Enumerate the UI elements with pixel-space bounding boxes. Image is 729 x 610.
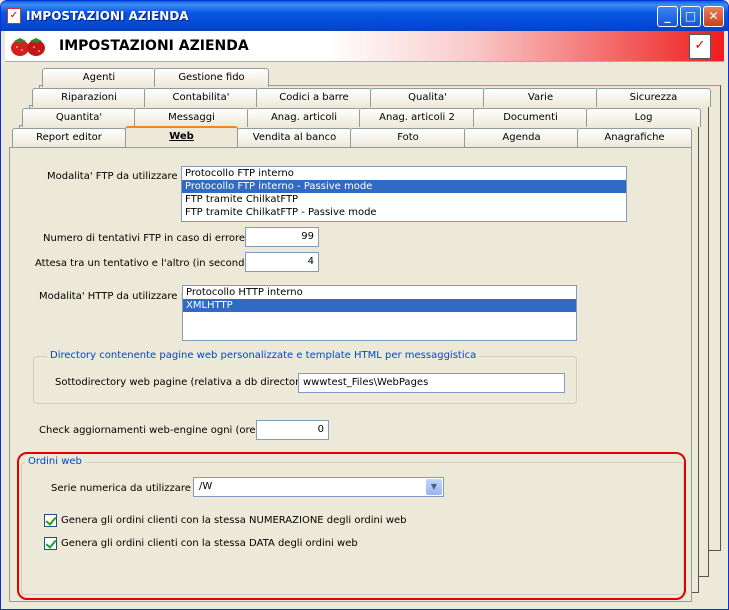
wait-seconds-label: Attesa tra un tentativo e l'altro (in se… <box>35 258 258 269</box>
chevron-down-icon[interactable]: ▼ <box>426 479 442 495</box>
minimize-button[interactable]: _ <box>657 6 678 27</box>
web-directory-group: Directory contenente pagine web personal… <box>33 350 577 404</box>
tab-foto[interactable]: Foto <box>350 128 466 147</box>
series-value: /W <box>199 481 213 492</box>
title-bar[interactable]: ✓ IMPOSTAZIONI AZIENDA _ □ ✕ <box>1 1 728 31</box>
date-checkbox-label[interactable]: Genera gli ordini clienti con la stessa … <box>61 538 358 549</box>
series-label: Serie numerica da utilizzare : <box>51 483 198 494</box>
check-updates-input[interactable]: 0 <box>256 420 329 440</box>
numbering-checkbox-label[interactable]: Genera gli ordini clienti con la stessa … <box>61 515 407 526</box>
ftp-retries-input[interactable]: 99 <box>245 227 319 247</box>
web-tab-panel: Modalita' FTP da utilizzare : Protocollo… <box>9 147 692 602</box>
series-combobox[interactable]: /W ▼ <box>193 477 444 497</box>
tab-sicurezza[interactable]: Sicurezza <box>596 88 711 107</box>
tab-messaggi[interactable]: Messaggi <box>134 108 249 127</box>
ftp-option[interactable]: FTP tramite ChilkatFTP <box>182 193 626 206</box>
settings-window: ✓ IMPOSTAZIONI AZIENDA _ □ ✕ IMPOSTAZION… <box>0 0 729 610</box>
tab-quantita[interactable]: Quantita' <box>22 108 136 127</box>
http-mode-label: Modalita' HTTP da utilizzare : <box>39 291 184 302</box>
tab-anag-articoli[interactable]: Anag. articoli <box>247 108 361 127</box>
web-orders-group-label: Ordini web <box>25 456 85 467</box>
numbering-checkbox[interactable] <box>44 514 57 527</box>
tab-anagrafiche[interactable]: Anagrafiche <box>577 128 692 147</box>
http-option-selected[interactable]: XMLHTTP <box>183 299 576 312</box>
check-updates-label: Check aggiornamenti web-engine ogni (ore… <box>39 425 267 436</box>
web-directory-group-label: Directory contenente pagine web personal… <box>47 350 480 361</box>
app-checklist-icon: ✓ <box>7 8 21 24</box>
tab-varie[interactable]: Varie <box>483 88 598 107</box>
tab-agenti[interactable]: Agenti <box>42 68 156 87</box>
ftp-option[interactable]: Protocollo FTP interno <box>182 167 626 180</box>
window-title: IMPOSTAZIONI AZIENDA <box>26 9 189 23</box>
tab-qualita[interactable]: Qualita' <box>370 88 485 107</box>
tab-log[interactable]: Log <box>586 108 701 127</box>
subdir-input[interactable]: wwwtest_Files\WebPages <box>298 373 565 393</box>
tab-vendita-al-banco[interactable]: Vendita al banco <box>237 128 352 147</box>
ftp-option[interactable]: FTP tramite ChilkatFTP - Passive mode <box>182 206 626 219</box>
header-banner: IMPOSTAZIONI AZIENDA ✓ <box>5 31 724 62</box>
subdir-label: Sottodirectory web pagine (relativa a db… <box>55 377 316 388</box>
ftp-mode-label: Modalita' FTP da utilizzare : <box>47 171 185 182</box>
tab-gestione-fido[interactable]: Gestione fido <box>154 68 269 87</box>
tab-anag-articoli-2[interactable]: Anag. articoli 2 <box>359 108 475 127</box>
maximize-button[interactable]: □ <box>680 6 701 27</box>
ftp-mode-listbox[interactable]: Protocollo FTP interno Protocollo FTP in… <box>181 166 627 222</box>
header-title: IMPOSTAZIONI AZIENDA <box>59 38 249 54</box>
http-option[interactable]: Protocollo HTTP interno <box>183 286 576 299</box>
http-mode-listbox[interactable]: Protocollo HTTP interno XMLHTTP <box>182 285 577 341</box>
tab-web[interactable]: Web <box>125 126 238 147</box>
web-orders-group: Ordini web Serie numerica da utilizzare … <box>21 456 684 595</box>
date-checkbox[interactable] <box>44 537 57 550</box>
tab-contabilita[interactable]: Contabilita' <box>144 88 258 107</box>
tab-documenti[interactable]: Documenti <box>473 108 588 127</box>
ftp-option-selected[interactable]: Protocollo FTP interno - Passive mode <box>182 180 626 193</box>
wait-seconds-input[interactable]: 4 <box>245 252 319 272</box>
close-button[interactable]: ✕ <box>703 6 724 27</box>
tab-agenda[interactable]: Agenda <box>464 128 579 147</box>
tab-report-editor[interactable]: Report editor <box>12 128 126 147</box>
tab-codici-a-barre[interactable]: Codici a barre <box>256 88 372 107</box>
checklist-icon: ✓ <box>689 34 711 59</box>
strawberries-logo-icon <box>11 38 45 56</box>
tab-riparazioni[interactable]: Riparazioni <box>32 88 146 107</box>
ftp-retries-label: Numero di tentativi FTP in caso di error… <box>43 233 252 244</box>
